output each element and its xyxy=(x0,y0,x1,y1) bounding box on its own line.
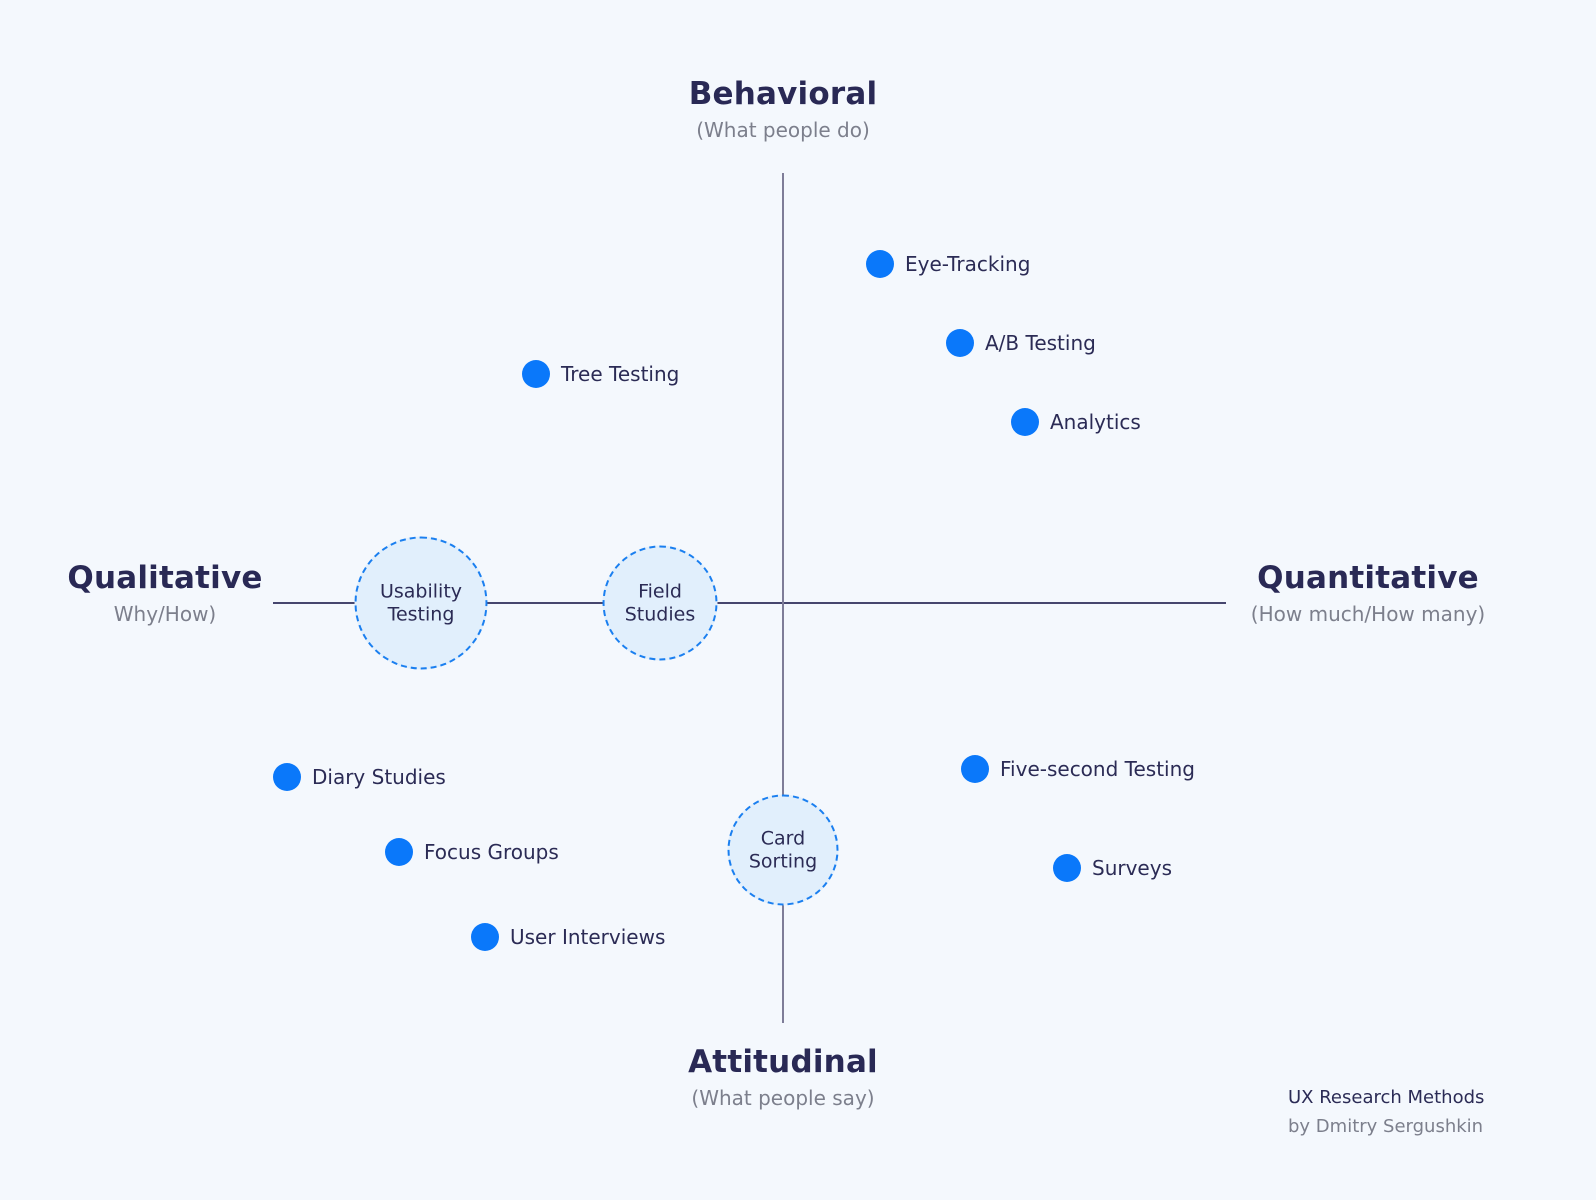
dot-marker xyxy=(522,360,550,388)
axis-label-attitudinal: Attitudinal (What people say) xyxy=(688,1044,878,1110)
method-analytics: Analytics xyxy=(1011,408,1141,436)
method-label: Analytics xyxy=(1050,410,1141,434)
method-eye-tracking: Eye-Tracking xyxy=(866,250,1030,278)
axis-subtitle: (What people say) xyxy=(691,1086,875,1110)
bubble-label-line2: Studies xyxy=(624,603,696,625)
method-label: A/B Testing xyxy=(985,331,1096,355)
credit-block: UX Research Methods by Dmitry Sergushkin xyxy=(1288,1087,1484,1137)
method-user-interviews: User Interviews xyxy=(471,923,665,951)
method-ab-testing: A/B Testing xyxy=(946,329,1096,357)
method-focus-groups: Focus Groups xyxy=(385,838,559,866)
method-diary-studies: Diary Studies xyxy=(273,763,446,791)
method-tree-testing: Tree Testing xyxy=(522,360,679,388)
credit-title: UX Research Methods xyxy=(1288,1087,1485,1108)
bubble-label-line2: Testing xyxy=(387,603,455,625)
dot-marker xyxy=(1011,408,1039,436)
dot-marker xyxy=(946,329,974,357)
method-label: Surveys xyxy=(1092,856,1172,880)
bubble-label-line1: Usability xyxy=(379,580,463,602)
bubble-label-line1: Field xyxy=(638,580,682,602)
dot-marker xyxy=(385,838,413,866)
method-label: Five-second Testing xyxy=(1000,757,1195,781)
dot-marker xyxy=(866,250,894,278)
method-label: Diary Studies xyxy=(312,765,446,789)
method-five-second-testing: Five-second Testing xyxy=(961,755,1195,783)
method-label: Tree Testing xyxy=(561,362,680,386)
bubble-usability-testing: Usability Testing xyxy=(354,536,488,670)
method-label: Eye-Tracking xyxy=(905,252,1031,276)
bubble-label-line2: Sorting xyxy=(748,850,818,872)
method-surveys: Surveys xyxy=(1053,854,1172,882)
method-label: Focus Groups xyxy=(424,840,559,864)
axis-title: Attitudinal xyxy=(688,1044,878,1080)
dot-marker xyxy=(471,923,499,951)
bubble-field-studies: Field Studies xyxy=(602,545,718,661)
axis-subtitle: (What people do) xyxy=(696,118,870,142)
axis-label-qualitative: Qualitative Why/How) xyxy=(67,560,262,626)
axis-title: Behavioral xyxy=(688,76,878,112)
axis-label-behavioral: Behavioral (What people do) xyxy=(689,76,878,142)
dot-marker xyxy=(273,763,301,791)
axis-title: Quantitative xyxy=(1257,560,1479,596)
bubble-label-line1: Card xyxy=(760,827,806,849)
credit-author: by Dmitry Sergushkin xyxy=(1288,1116,1484,1137)
axis-title: Qualitative xyxy=(67,560,263,596)
axis-subtitle: Why/How) xyxy=(113,602,217,626)
axis-label-quantitative: Quantitative (How much/How many) xyxy=(1251,560,1485,626)
dot-marker xyxy=(961,755,989,783)
dot-marker xyxy=(1053,854,1081,882)
method-label: User Interviews xyxy=(510,925,666,949)
bubble-card-sorting: Card Sorting xyxy=(727,794,839,906)
axis-subtitle: (How much/How many) xyxy=(1250,602,1486,626)
